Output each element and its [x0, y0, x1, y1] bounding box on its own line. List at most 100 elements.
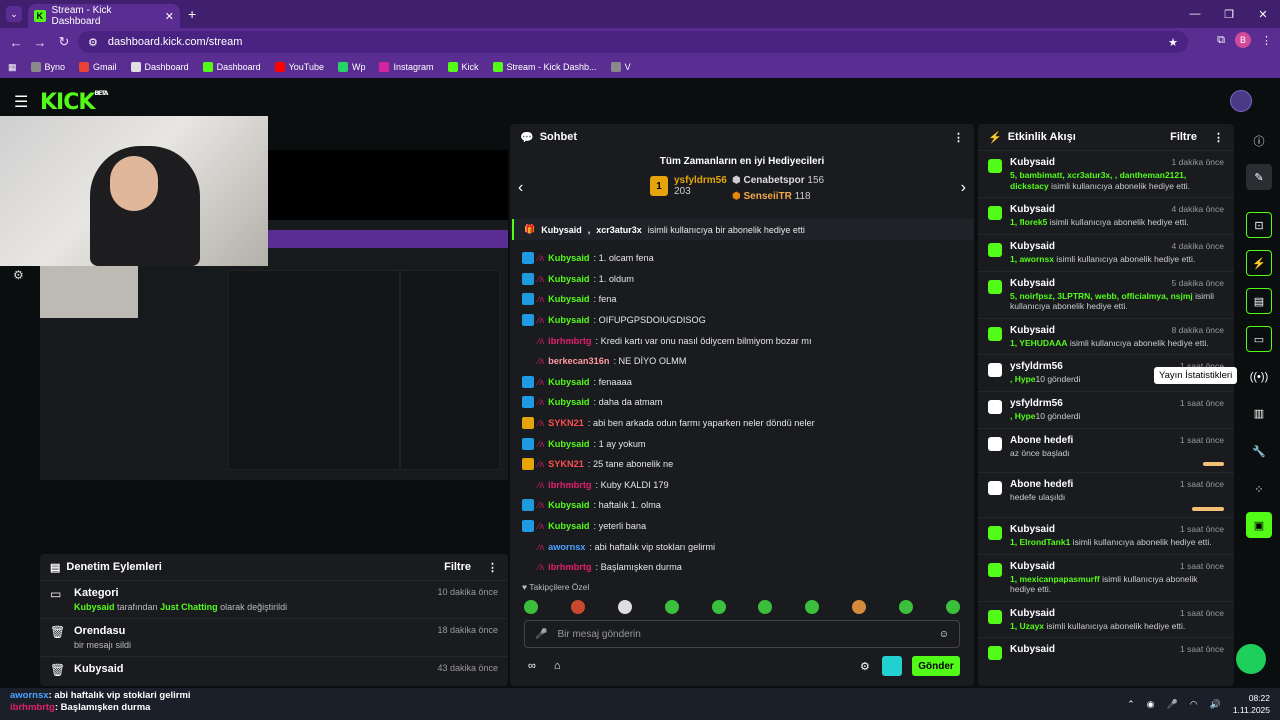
- back-icon[interactable]: ←: [4, 35, 28, 50]
- chat-username[interactable]: Kubysaid: [548, 315, 589, 325]
- chat-settings-icon[interactable]: ⚙: [860, 660, 870, 673]
- feed-user[interactable]: Kubysaid: [1010, 524, 1055, 535]
- gifter-name[interactable]: Cenabetspor: [744, 175, 805, 186]
- tab-search-button[interactable]: ⌄: [6, 6, 22, 22]
- url-field[interactable]: ⚙ dashboard.kick.com/stream ★: [78, 31, 1188, 53]
- layers-icon[interactable]: ▥: [1246, 400, 1272, 426]
- settings-gear-icon[interactable]: ⚙: [13, 268, 24, 282]
- chat-username[interactable]: Kubysaid: [548, 253, 589, 263]
- new-tab-button[interactable]: +: [188, 6, 196, 22]
- info-icon[interactable]: ⓘ: [1246, 128, 1272, 154]
- feed-user[interactable]: ysfyldrm56: [1010, 361, 1063, 372]
- feed-user[interactable]: Kubysaid: [1010, 157, 1055, 168]
- bookmark-item[interactable]: Kick: [447, 62, 479, 72]
- banner-user[interactable]: Kubysaid: [541, 225, 582, 235]
- emote-icon[interactable]: [758, 599, 773, 614]
- send-button[interactable]: Gönder: [912, 656, 960, 676]
- wrench-icon[interactable]: 🔧: [1246, 438, 1272, 464]
- bookmark-star-icon[interactable]: ★: [1168, 36, 1178, 49]
- moderation-filter-button[interactable]: Filtre: [444, 561, 471, 573]
- feed-user[interactable]: Kubysaid: [1010, 204, 1055, 215]
- chat-username[interactable]: Kubysaid: [548, 377, 589, 387]
- chat-username[interactable]: ibrhmbrtg: [548, 480, 591, 490]
- apps-icon[interactable]: ▦: [8, 62, 17, 73]
- feed-user[interactable]: Kubysaid: [1010, 241, 1055, 252]
- document-icon[interactable]: ▤: [1246, 288, 1272, 314]
- user-avatar[interactable]: [1230, 90, 1252, 112]
- clock[interactable]: 08:22 1.11.2025: [1233, 692, 1270, 716]
- volume-icon[interactable]: 🔊: [1210, 699, 1221, 710]
- emote-icon[interactable]: [617, 599, 632, 614]
- browser-tab[interactable]: K Stream - Kick Dashboard ✕: [28, 4, 180, 28]
- feed-user[interactable]: Kubysaid: [1010, 278, 1055, 289]
- menu-icon[interactable]: ⋮: [1261, 34, 1272, 47]
- mic-icon[interactable]: 🎤: [1167, 699, 1178, 710]
- emote-icon[interactable]: [899, 599, 913, 614]
- minimize-button[interactable]: —: [1178, 0, 1212, 28]
- feed-user[interactable]: Kubysaid: [1010, 644, 1055, 655]
- wifi-icon[interactable]: ◠: [1190, 699, 1198, 710]
- feed-filter-button[interactable]: Filtre: [1170, 131, 1197, 143]
- bookmark-item[interactable]: Dashboard: [202, 62, 261, 72]
- banner-user[interactable]: xcr3atur3x: [596, 225, 642, 235]
- close-window-button[interactable]: ✕: [1246, 0, 1280, 28]
- chevron-right-icon[interactable]: ›: [961, 179, 966, 197]
- support-chat-button[interactable]: [1236, 644, 1266, 674]
- bookmark-item[interactable]: Wp: [337, 62, 365, 72]
- emote-icon[interactable]: [945, 599, 960, 614]
- chat-username[interactable]: Kubysaid: [548, 500, 589, 510]
- chevron-left-icon[interactable]: ‹: [518, 179, 523, 197]
- chat-username[interactable]: awornsx: [548, 542, 585, 552]
- emote-icon[interactable]: [664, 599, 679, 614]
- emote-icon[interactable]: [570, 599, 585, 614]
- chat-username[interactable]: Kubysaid: [548, 439, 589, 449]
- chat-username[interactable]: SYKN21: [548, 418, 584, 428]
- moderation-menu-icon[interactable]: ⋮: [487, 561, 498, 574]
- site-info-icon[interactable]: ⚙: [88, 36, 98, 49]
- feed-menu-icon[interactable]: ⋮: [1213, 131, 1224, 144]
- nodes-icon[interactable]: ⁘: [1246, 476, 1272, 502]
- bookmark-item[interactable]: YouTube: [274, 62, 324, 72]
- emote-icon[interactable]: [524, 599, 538, 614]
- chat-username[interactable]: ibrhmbrtg: [548, 336, 591, 346]
- chat-username[interactable]: SYKN21: [548, 459, 584, 469]
- edit-icon[interactable]: ✎: [1246, 164, 1272, 190]
- forward-icon[interactable]: →: [28, 35, 52, 50]
- emote-icon[interactable]: [711, 599, 726, 614]
- chat-username[interactable]: Kubysaid: [548, 294, 589, 304]
- capture-icon[interactable]: ⊡: [1246, 212, 1272, 238]
- chat-username[interactable]: Kubysaid: [548, 397, 589, 407]
- chat-icon[interactable]: ▭: [1246, 326, 1272, 352]
- close-tab-icon[interactable]: ✕: [165, 10, 174, 23]
- chat-username[interactable]: berkecan316n: [548, 356, 609, 366]
- bookmark-item[interactable]: V: [610, 62, 631, 72]
- feed-user[interactable]: Kubysaid: [1010, 325, 1055, 336]
- broadcast-icon[interactable]: ((•)): [1246, 364, 1272, 390]
- chat-username[interactable]: Kubysaid: [548, 521, 589, 531]
- microphone-icon[interactable]: 🎤: [535, 629, 547, 640]
- gifter-name[interactable]: SenseiiTR: [744, 191, 792, 202]
- restore-button[interactable]: ❐: [1212, 0, 1246, 28]
- network-icon[interactable]: ◉: [1147, 699, 1155, 710]
- hamburger-menu-icon[interactable]: ☰: [14, 92, 28, 112]
- bookmark-item[interactable]: Stream - Kick Dashb...: [492, 62, 597, 72]
- flash-icon[interactable]: ⚡: [1246, 250, 1272, 276]
- feed-user[interactable]: Abone hedefi: [1010, 479, 1073, 490]
- kick-bot-icon[interactable]: [882, 656, 902, 676]
- loyalty-infinity-icon[interactable]: ∞: [528, 660, 536, 672]
- chat-username[interactable]: Kubysaid: [548, 274, 589, 284]
- emote-icon[interactable]: [852, 599, 867, 614]
- chevron-up-icon[interactable]: ⌃: [1127, 699, 1135, 710]
- feed-user[interactable]: Abone hedefi: [1010, 435, 1073, 446]
- feed-user[interactable]: Kubysaid: [1010, 561, 1055, 572]
- profile-avatar[interactable]: B: [1235, 32, 1251, 48]
- bookmark-item[interactable]: Instagram: [379, 62, 434, 72]
- bookmark-item[interactable]: Dashboard: [130, 62, 189, 72]
- chat-menu-icon[interactable]: ⋮: [953, 131, 964, 144]
- bookmark-item[interactable]: Gmail: [79, 62, 117, 72]
- feed-user[interactable]: Kubysaid: [1010, 608, 1055, 619]
- app-icon[interactable]: ▣: [1246, 512, 1272, 538]
- store-icon[interactable]: ⌂: [554, 660, 561, 672]
- emote-icon[interactable]: [805, 599, 820, 614]
- chat-username[interactable]: ibrhmbrtg: [548, 562, 591, 572]
